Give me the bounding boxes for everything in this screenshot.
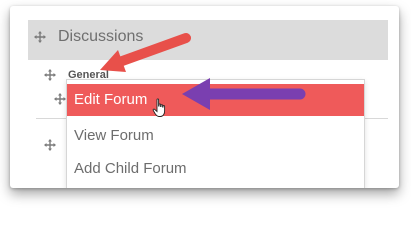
menu-item-label: Add Child Forum [74,160,187,177]
menu-item-add-child-forum[interactable]: Add Child Forum [67,153,364,185]
menu-item-label: View Forum [74,127,154,144]
menu-item-view-forum[interactable]: View Forum [67,120,364,152]
menu-item-label: Edit Forum [74,91,148,108]
move-icon[interactable] [44,69,56,81]
forum-actions-menu: Edit Forum View Forum Add Child Forum [66,79,365,188]
move-icon[interactable] [54,93,66,105]
section-title: Discussions [58,28,144,45]
move-icon[interactable] [34,31,46,43]
forum-panel: Discussions General Edit Forum View Foru… [10,6,399,188]
menu-item-edit-forum[interactable]: Edit Forum [67,84,364,116]
move-icon[interactable] [44,139,56,151]
